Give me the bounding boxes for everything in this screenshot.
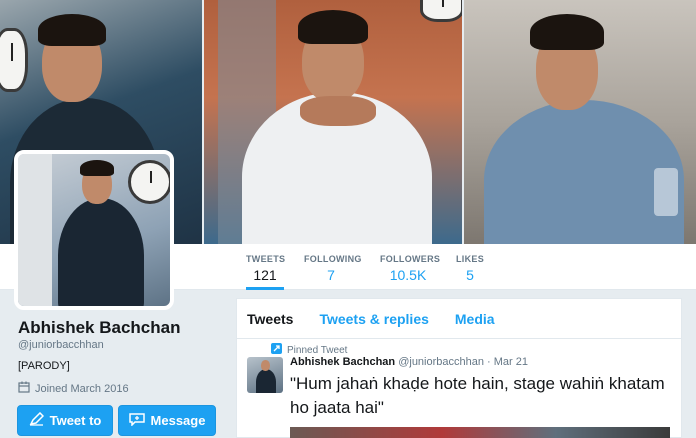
tweet-to-label: Tweet to: [49, 413, 102, 428]
person-hair: [529, 14, 604, 50]
tweet-media[interactable]: [290, 427, 670, 438]
person-hair: [298, 10, 369, 44]
tab-tweets-replies[interactable]: Tweets & replies: [319, 311, 428, 327]
glass-image: [653, 168, 678, 216]
tweet-avatar[interactable]: [247, 357, 283, 393]
tweet-date[interactable]: · Mar 21: [487, 356, 528, 368]
stat-label: LIKES: [456, 254, 485, 264]
stat-value: 121: [253, 267, 277, 283]
person-figure: [58, 198, 144, 306]
profile-avatar[interactable]: [14, 150, 174, 310]
joined-date: Joined March 2016: [35, 382, 129, 395]
stat-likes[interactable]: LIKES 5: [456, 254, 484, 283]
tweet-text: "Hum jahaṅ khaḍe hote hain, stage wahiṅ …: [290, 374, 665, 417]
stat-followers[interactable]: FOLLOWERS 10.5K: [380, 254, 441, 283]
pin-icon: [271, 343, 282, 357]
wall-clock-image: [128, 160, 170, 204]
stat-value: 5: [466, 267, 474, 283]
stat-value: 10.5K: [389, 267, 427, 283]
stat-label: FOLLOWERS: [380, 254, 441, 264]
stat-label: TWEETS: [246, 254, 286, 264]
stat-following[interactable]: FOLLOWING 7: [304, 254, 362, 283]
profile-joined: Joined March 2016: [18, 381, 129, 396]
tweet-author[interactable]: Abhishek Bachchan: [290, 356, 395, 368]
wall-clock-image: [420, 0, 462, 22]
profile-handle[interactable]: @juniorbacchhan: [18, 339, 104, 351]
tweet-handle[interactable]: @juniorbacchhan: [398, 356, 484, 368]
person-head: [261, 360, 270, 371]
message-icon: [128, 412, 145, 429]
person-hands: [300, 96, 377, 126]
tweet-to-button[interactable]: Tweet to: [17, 405, 113, 436]
timeline-tabs: Tweets Tweets & replies Media: [237, 299, 681, 339]
wall-panel: [18, 154, 52, 306]
tab-tweets[interactable]: Tweets: [247, 311, 293, 327]
message-button[interactable]: Message: [118, 405, 216, 436]
person-hair: [80, 160, 114, 176]
compose-icon: [29, 411, 44, 429]
person-hair: [38, 14, 106, 46]
stat-tweets[interactable]: TWEETS 121: [246, 254, 286, 290]
timeline-card: Tweets Tweets & replies Media Pinned Twe…: [236, 298, 682, 438]
message-label: Message: [150, 413, 206, 428]
tweet-header: Abhishek Bachchan @juniorbacchhan · Mar …: [290, 356, 528, 368]
tab-media[interactable]: Media: [455, 311, 495, 327]
calendar-icon: [18, 381, 30, 396]
profile-bio: [PARODY]: [18, 360, 70, 372]
stat-value: 7: [327, 267, 335, 283]
person-figure: [256, 369, 276, 393]
profile-name[interactable]: Abhishek Bachchan: [18, 318, 181, 338]
header-photo-panel-2: [204, 0, 462, 244]
pinned-label: Pinned Tweet: [287, 344, 348, 356]
pinned-indicator: Pinned Tweet: [271, 343, 347, 357]
profile-page: TWEETS 121 FOLLOWING 7 FOLLOWERS 10.5K L…: [0, 0, 696, 438]
header-photo-panel-3: [463, 0, 696, 244]
stat-label: FOLLOWING: [304, 254, 362, 264]
wall-clock-image: [0, 28, 28, 92]
